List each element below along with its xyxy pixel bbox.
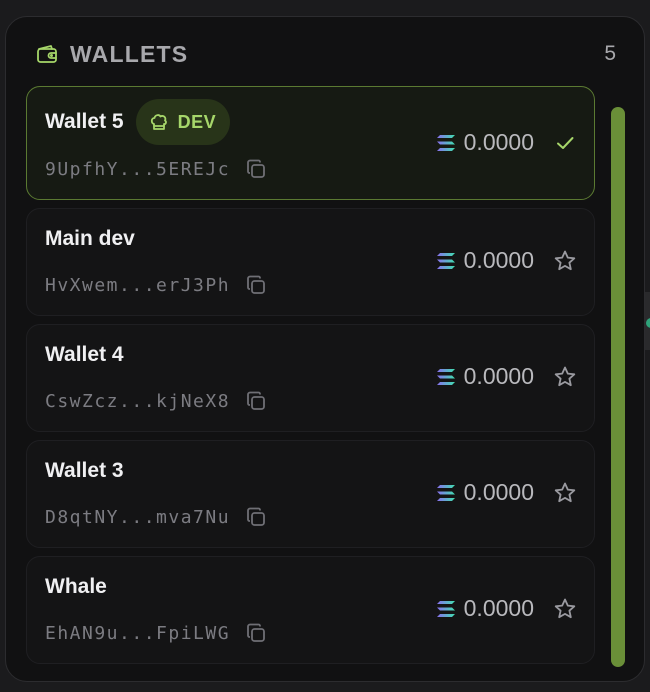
- wallet-name: Wallet 3: [45, 459, 124, 482]
- star-icon[interactable]: [552, 596, 578, 622]
- wallet-balance: 0.0000: [463, 595, 534, 621]
- wallets-panel: WALLETS 5 Wallet 5 DEV 9UpfhY...5EREJc 0…: [5, 16, 645, 682]
- chef-hat-icon: [148, 111, 170, 133]
- copy-icon[interactable]: [244, 157, 268, 181]
- solana-icon: [436, 134, 455, 151]
- wallet-card[interactable]: Whale EhAN9u...FpiLWG 0.0000: [26, 556, 595, 664]
- wallet-address: 9UpfhY...5EREJc: [45, 158, 231, 180]
- check-icon[interactable]: [552, 130, 578, 156]
- copy-icon[interactable]: [244, 273, 268, 297]
- wallet-name-row: Main dev: [45, 227, 135, 251]
- wallet-address: CswZcz...kjNeX8: [45, 390, 231, 412]
- copy-icon[interactable]: [244, 621, 268, 645]
- wallet-address-row: D8qtNY...mva7Nu: [45, 505, 268, 529]
- star-icon[interactable]: [552, 480, 578, 506]
- wallet-address: HvXwem...erJ3Ph: [45, 274, 231, 296]
- wallet-card[interactable]: Wallet 5 DEV 9UpfhY...5EREJc 0.0000: [26, 86, 595, 200]
- status-dot: [646, 318, 650, 328]
- wallet-name: Wallet 4: [45, 343, 124, 366]
- wallet-name-row: Wallet 3: [45, 459, 124, 483]
- wallet-card[interactable]: Wallet 3 D8qtNY...mva7Nu 0.0000: [26, 440, 595, 548]
- wallet-address: EhAN9u...FpiLWG: [45, 622, 231, 644]
- wallet-address-row: HvXwem...erJ3Ph: [45, 273, 268, 297]
- badge-label: DEV: [177, 111, 217, 132]
- copy-icon[interactable]: [244, 389, 268, 413]
- star-icon[interactable]: [552, 248, 578, 274]
- solana-icon: [436, 600, 455, 617]
- wallet-card[interactable]: Main dev HvXwem...erJ3Ph 0.0000: [26, 208, 595, 316]
- wallet-address: D8qtNY...mva7Nu: [45, 506, 231, 528]
- wallet-address-row: CswZcz...kjNeX8: [45, 389, 268, 413]
- scrollbar-thumb[interactable]: [611, 107, 625, 667]
- wallet-balance-row: 0.0000: [436, 595, 578, 622]
- wallet-name-row: Whale: [45, 575, 107, 599]
- wallet-balance: 0.0000: [463, 247, 534, 273]
- wallet-balance: 0.0000: [463, 129, 534, 155]
- wallet-balance-row: 0.0000: [436, 129, 578, 156]
- wallet-name-row: Wallet 5 DEV: [45, 99, 231, 145]
- wallet-balance-row: 0.0000: [436, 363, 578, 390]
- solana-icon: [436, 368, 455, 385]
- solana-icon: [436, 252, 455, 269]
- solana-icon: [436, 484, 455, 501]
- wallet-card[interactable]: Wallet 4 CswZcz...kjNeX8 0.0000: [26, 324, 595, 432]
- adjacent-panel-edge: [645, 292, 650, 350]
- wallet-list: Wallet 5 DEV 9UpfhY...5EREJc 0.0000 Main…: [26, 86, 595, 672]
- dev-badge: DEV: [135, 99, 231, 145]
- wallet-balance: 0.0000: [463, 479, 534, 505]
- wallet-name: Whale: [45, 575, 107, 598]
- wallet-name: Main dev: [45, 227, 135, 250]
- wallet-address-row: EhAN9u...FpiLWG: [45, 621, 268, 645]
- panel-title: WALLETS: [70, 40, 189, 67]
- wallet-address-row: 9UpfhY...5EREJc: [45, 157, 268, 181]
- wallet-balance-row: 0.0000: [436, 247, 578, 274]
- wallets-header: WALLETS 5: [36, 39, 616, 69]
- star-icon[interactable]: [552, 364, 578, 390]
- wallet-balance: 0.0000: [463, 363, 534, 389]
- wallet-count: 5: [604, 42, 616, 65]
- copy-icon[interactable]: [244, 505, 268, 529]
- wallet-icon: [36, 43, 58, 65]
- wallet-name-row: Wallet 4: [45, 343, 124, 367]
- wallet-balance-row: 0.0000: [436, 479, 578, 506]
- wallet-name: Wallet 5: [45, 110, 124, 133]
